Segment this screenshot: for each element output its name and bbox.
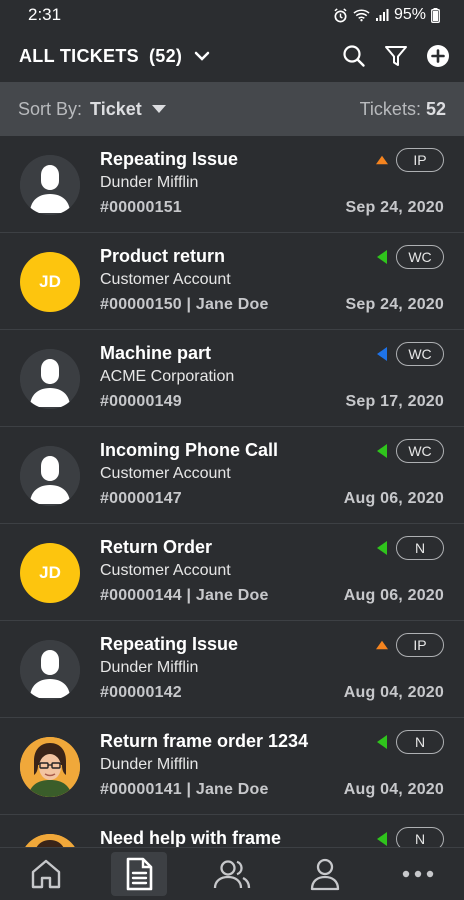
ticket-number: #00000151 [100, 199, 182, 216]
chevron-down-icon [194, 51, 210, 61]
nav-more[interactable] [390, 852, 446, 896]
nav-contacts[interactable] [204, 852, 260, 896]
ticket-date: Aug 04, 2020 [343, 781, 444, 798]
status-badge: N [396, 730, 444, 754]
status-badge: WC [396, 245, 444, 269]
status-badge: WC [396, 342, 444, 366]
tickets-total-value: 52 [425, 98, 446, 119]
nav-profile[interactable] [297, 852, 353, 896]
signal-icon [375, 8, 389, 22]
tickets-total-label: Tickets: [359, 98, 421, 119]
ticket-account: Customer Account [100, 465, 231, 482]
ticket-row[interactable]: Machine part ACME Corporation #00000149 Sep… [0, 330, 464, 427]
priority-left-icon [376, 347, 388, 361]
ticket-account: Dunder Mifflin [100, 659, 199, 676]
ticket-row[interactable]: JD Product return Customer Account #0000015… [0, 233, 464, 330]
status-badge: N [396, 536, 444, 560]
sort-dropdown[interactable]: Sort By: Ticket [18, 99, 166, 120]
ticket-title: Return frame order 1234 [100, 731, 309, 751]
more-icon [401, 869, 435, 879]
ticket-number: #00000141 | Jane Doe [100, 781, 269, 798]
priority-left-icon [376, 541, 388, 555]
avatar [20, 737, 80, 797]
ticket-row[interactable]: JD Return Order Customer Account #00000144 … [0, 524, 464, 621]
add-ticket-icon[interactable] [424, 42, 452, 70]
default-avatar-icon [20, 349, 80, 409]
tickets-icon [124, 857, 154, 891]
ticket-date: Aug 04, 2020 [343, 684, 444, 701]
ticket-date: Aug 06, 2020 [343, 587, 444, 604]
caret-down-icon [151, 104, 166, 114]
sort-bar: Sort By: Ticket Tickets: 52 [0, 82, 464, 136]
ticket-number: #00000147 [100, 490, 182, 507]
ticket-title: Repeating Issue [100, 634, 239, 654]
ticket-filter-dropdown[interactable]: ALL TICKETS (52) [19, 46, 210, 67]
avatar-initials: JD [20, 252, 80, 312]
profile-icon [310, 857, 340, 891]
ticket-title: Machine part [100, 343, 212, 363]
tickets-total: Tickets: 52 [360, 99, 446, 120]
status-badge: WC [396, 439, 444, 463]
ticket-account: Customer Account [100, 271, 231, 288]
avatar [20, 834, 80, 848]
top-app-bar: ALL TICKETS (52) [0, 30, 464, 82]
default-avatar-icon [20, 446, 80, 506]
nav-home[interactable] [18, 852, 74, 896]
status-badge: N [396, 827, 444, 848]
home-icon [29, 857, 63, 891]
search-icon[interactable] [340, 42, 368, 70]
ticket-count: (52) [148, 45, 183, 66]
ticket-account: Dunder Mifflin [100, 756, 199, 773]
ticket-title: Repeating Issue [100, 149, 239, 169]
priority-left-icon [376, 735, 388, 749]
ticket-title: Return Order [100, 537, 213, 557]
alarm-icon [333, 7, 348, 23]
ticket-number: #00000150 | Jane Doe [100, 296, 269, 313]
sort-label: Sort By: [18, 98, 83, 119]
status-badge: IP [396, 633, 444, 657]
ticket-title: Product return [100, 246, 226, 266]
ticket-row[interactable]: Return frame order 1234 Dunder Mifflin #00… [0, 718, 464, 815]
wifi-icon [353, 8, 370, 22]
priority-up-icon [376, 639, 388, 651]
default-avatar-icon [20, 155, 80, 215]
avatar-initials: JD [20, 543, 80, 603]
ticket-row[interactable]: Repeating Issue Dunder Mifflin #00000142 Au… [0, 621, 464, 718]
status-bar: 2:31 95% [0, 0, 464, 30]
default-avatar-icon [20, 640, 80, 700]
ticket-date: Sep 24, 2020 [345, 199, 444, 216]
ticket-date: Sep 17, 2020 [345, 393, 444, 410]
ticket-date: Sep 24, 2020 [345, 296, 444, 313]
ticket-number: #00000144 | Jane Doe [100, 587, 269, 604]
ticket-date: Aug 06, 2020 [343, 490, 444, 507]
status-time: 2:31 [28, 5, 62, 24]
priority-left-icon [376, 444, 388, 458]
status-badge: IP [396, 148, 444, 172]
nav-tickets[interactable] [111, 852, 168, 896]
ticket-number: #00000142 [100, 684, 182, 701]
sort-value: Ticket [90, 98, 142, 119]
status-icons: 95% [333, 6, 440, 24]
battery-icon [431, 7, 440, 23]
ticket-title: Need help with frame [100, 828, 282, 848]
bottom-nav [0, 847, 464, 900]
ticket-account: ACME Corporation [100, 368, 235, 385]
priority-left-icon [376, 250, 388, 264]
battery-text: 95% [393, 6, 426, 23]
priority-up-icon [376, 154, 388, 166]
priority-left-icon [376, 832, 388, 846]
ticket-account: Dunder Mifflin [100, 174, 199, 191]
ticket-list: Repeating Issue Dunder Mifflin #00000151 Se… [0, 136, 464, 848]
ticket-title: Incoming Phone Call [100, 440, 279, 460]
contacts-icon [212, 857, 252, 891]
ticket-account: Customer Account [100, 562, 231, 579]
ticket-row[interactable]: Incoming Phone Call Customer Account #0000… [0, 427, 464, 524]
ticket-number: #00000149 [100, 393, 182, 410]
filter-icon[interactable] [382, 42, 410, 70]
page-title: ALL TICKETS [19, 45, 139, 66]
ticket-row[interactable]: Need help with frame N [0, 815, 464, 848]
ticket-row[interactable]: Repeating Issue Dunder Mifflin #00000151 Se… [0, 136, 464, 233]
